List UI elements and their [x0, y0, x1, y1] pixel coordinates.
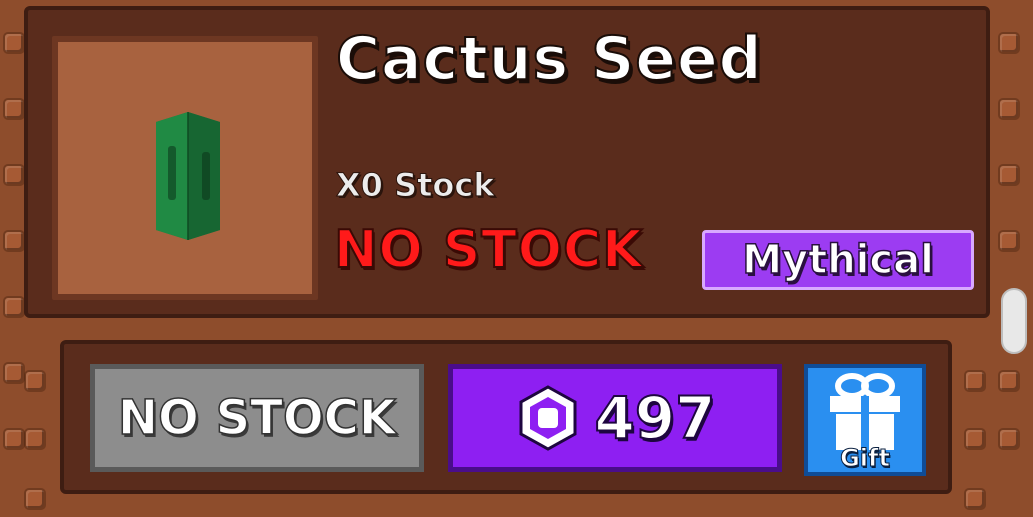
robux-purchase-button[interactable]: 497 [448, 364, 782, 472]
rarity-badge: Mythical [702, 230, 974, 290]
item-title: Cactus Seed [335, 23, 763, 95]
frame-stud [1000, 100, 1018, 118]
frame-stud [1000, 372, 1018, 390]
frame-stud [1000, 430, 1018, 448]
frame-stud [5, 298, 23, 316]
frame-stud [5, 232, 23, 250]
gift-button[interactable]: Gift [804, 364, 926, 476]
frame-stud [26, 372, 44, 390]
frame-stud [966, 372, 984, 390]
frame-stud [1000, 166, 1018, 184]
frame-stud [5, 100, 23, 118]
robux-icon [519, 385, 577, 451]
rarity-label: Mythical [741, 236, 934, 284]
gift-label: Gift [840, 444, 891, 473]
frame-stud [5, 364, 23, 382]
scrollbar-thumb[interactable] [1001, 288, 1027, 354]
no-stock-button-label: NO STOCK [117, 389, 397, 447]
purchase-action-bar: NO STOCK 497 Gift [60, 340, 952, 494]
frame-stud [26, 490, 44, 508]
frame-stud [5, 166, 23, 184]
frame-stud [5, 430, 23, 448]
cactus-seed-pack-icon [156, 112, 220, 240]
frame-stud [26, 430, 44, 448]
frame-stud [966, 430, 984, 448]
item-image-frame [52, 36, 318, 300]
frame-stud [1000, 34, 1018, 52]
price-value: 497 [593, 383, 716, 453]
no-stock-button[interactable]: NO STOCK [90, 364, 424, 472]
item-info-panel: Cactus Seed X0 Stock NO STOCK Mythical [24, 6, 990, 318]
stock-count-label: X0 Stock [336, 166, 496, 205]
stock-status-text: NO STOCK [333, 219, 644, 281]
gift-icon [830, 373, 900, 450]
frame-stud [966, 490, 984, 508]
frame-stud [5, 34, 23, 52]
frame-stud [1000, 232, 1018, 250]
